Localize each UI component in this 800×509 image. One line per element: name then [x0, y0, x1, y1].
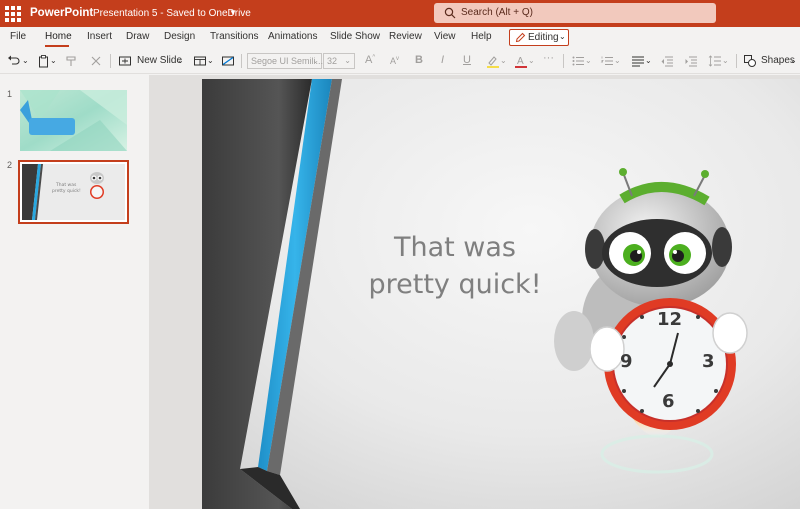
font-size-value: 32 [327, 56, 338, 66]
font-color-icon[interactable]: A [514, 54, 528, 68]
slide-title-textbox[interactable]: That was pretty quick! [352, 229, 558, 303]
toolbar-separator [241, 54, 242, 68]
chevron-down-icon[interactable]: ⌄ [500, 56, 507, 70]
format-painter-icon[interactable] [65, 54, 79, 68]
editing-mode-label: Editing [528, 32, 559, 43]
chevron-down-icon[interactable]: ⌄ [22, 56, 29, 70]
app-name[interactable]: PowerPoint [30, 7, 93, 19]
font-size-dropdown[interactable]: 32 ⌄ [323, 53, 355, 69]
new-slide-button[interactable]: New Slide [137, 55, 182, 69]
tab-draw[interactable]: Draw [126, 31, 149, 42]
chevron-down-icon: ⌄ [344, 56, 351, 65]
chevron-down-icon[interactable]: ⌄ [50, 56, 57, 70]
highlight-icon[interactable] [486, 54, 500, 68]
chevron-down-icon: ⌄ [559, 32, 566, 41]
chevron-down-icon[interactable]: ⌄ [722, 56, 729, 70]
svg-text:That was: That was [55, 182, 77, 188]
clock-numeral-3: 3 [702, 351, 715, 372]
clock-numeral-9: 9 [620, 351, 633, 372]
chevron-down-icon[interactable]: ⌄ [528, 56, 535, 70]
line-spacing-icon[interactable] [708, 54, 722, 68]
chevron-down-icon[interactable]: ⌄ [207, 56, 214, 70]
more-font-options-icon[interactable]: ··· [543, 52, 554, 66]
slide-title-line-1: That was [393, 232, 516, 263]
title-bar: PowerPoint Presentation 5 - Saved to One… [0, 0, 800, 27]
current-slide[interactable]: 12 3 6 9 That was pretty quick! [202, 79, 800, 509]
tab-design[interactable]: Design [164, 31, 195, 42]
slide-number: 2 [7, 160, 13, 170]
toolbar-separator [736, 54, 737, 68]
underline-icon[interactable]: U [463, 54, 471, 68]
new-slide-icon[interactable] [118, 54, 132, 68]
tab-review[interactable]: Review [389, 31, 422, 42]
tab-transitions[interactable]: Transitions [210, 31, 259, 42]
tab-animations[interactable]: Animations [268, 31, 317, 42]
slide-canvas[interactable]: 12 3 6 9 That was pretty quick! [150, 75, 800, 509]
bold-icon[interactable]: B [415, 54, 423, 68]
layout-icon[interactable] [193, 54, 207, 68]
chevron-down-icon[interactable]: ⌄ [585, 56, 592, 70]
toolbar-separator [563, 54, 564, 68]
tab-view[interactable]: View [434, 31, 456, 42]
slide-2-preview: That was pretty quick! [22, 164, 125, 220]
tab-home[interactable]: Home [45, 31, 72, 42]
tab-slide-show[interactable]: Slide Show [330, 31, 380, 42]
decrease-font-size-icon[interactable]: Av [390, 56, 399, 70]
active-tab-indicator [45, 45, 69, 47]
svg-text:pretty quick!: pretty quick! [52, 188, 81, 194]
clock-numeral-12: 12 [657, 309, 683, 330]
tab-help[interactable]: Help [471, 31, 492, 42]
chevron-down-icon[interactable]: ⌄ [177, 56, 184, 70]
chevron-down-icon[interactable]: ⌄ [645, 56, 652, 70]
italic-icon[interactable]: I [441, 54, 444, 68]
clear-formatting-icon[interactable] [89, 54, 103, 68]
clock-numeral-6: 6 [662, 391, 675, 412]
slide-number: 1 [7, 89, 13, 99]
ribbon-tabs: File Home Insert Draw Design Transitions… [0, 27, 800, 49]
slide-thumbnail-2-selected[interactable]: That was pretty quick! [18, 160, 129, 224]
slide-thumbnail-1[interactable] [20, 90, 127, 151]
chevron-down-icon[interactable]: ⌄ [614, 56, 621, 70]
chevron-down-icon[interactable]: ▼ [229, 8, 237, 17]
align-icon[interactable] [631, 54, 645, 68]
paste-icon[interactable] [37, 54, 51, 68]
slide-title-line-2: pretty quick! [368, 269, 542, 300]
editing-mode-button[interactable]: Editing ⌄ [509, 29, 569, 46]
numbering-icon[interactable] [600, 54, 614, 68]
document-name[interactable]: Presentation 5 - Saved to OneDrive [93, 8, 251, 19]
undo-icon[interactable] [7, 54, 21, 68]
chevron-down-icon[interactable]: ⌄ [790, 56, 797, 70]
chevron-down-icon: ⌄ [312, 56, 319, 65]
shapes-icon[interactable] [743, 54, 757, 68]
slide-1-preview [20, 90, 127, 151]
tab-file[interactable]: File [10, 31, 26, 42]
search-icon [444, 7, 456, 19]
tab-insert[interactable]: Insert [87, 31, 112, 42]
toolbar-separator [110, 54, 111, 68]
svg-text:A: A [517, 56, 524, 67]
font-name-dropdown[interactable]: Segoe UI Semili... ⌄ [247, 53, 323, 69]
increase-font-size-icon[interactable]: A^ [365, 54, 375, 68]
bullets-icon[interactable] [571, 54, 585, 68]
search-box[interactable]: Search (Alt + Q) [434, 3, 716, 23]
search-input[interactable]: Search (Alt + Q) [461, 7, 533, 18]
pencil-icon [515, 32, 526, 43]
slide-thumbnail-pane: 1 2 That was pretty quick! [0, 75, 150, 509]
home-toolbar: ⌄ ⌄ New Slide ⌄ ⌄ Segoe UI Semili... ⌄ 3… [0, 49, 800, 74]
slide-background-icon[interactable] [221, 54, 235, 68]
slide-thumbnail-2[interactable]: That was pretty quick! [22, 164, 125, 220]
decrease-indent-icon[interactable] [660, 54, 674, 68]
increase-indent-icon[interactable] [684, 54, 698, 68]
app-launcher-icon[interactable] [4, 5, 21, 22]
